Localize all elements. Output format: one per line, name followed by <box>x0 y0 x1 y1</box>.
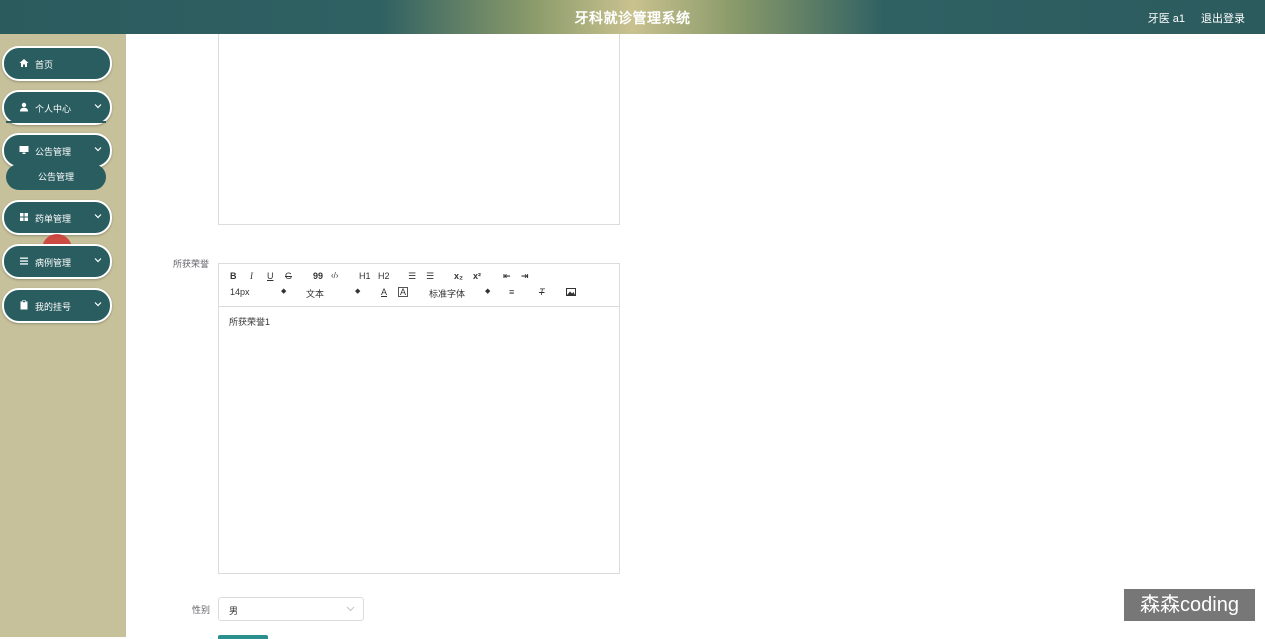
sidebar-item-label: 个人中心 <box>35 104 72 114</box>
honor-label: 所获荣誉 <box>173 259 210 269</box>
main-content: 所获荣誉 B I U G 99 ‹/› H1 H2 ☰ ☰ x₂ x² ⇤ ⇥ … <box>126 34 1265 639</box>
sidebar-item-label: 我的挂号 <box>35 302 72 312</box>
chevron-down-icon <box>94 258 102 263</box>
sidebar-item-label: 公告管理 <box>35 147 72 157</box>
subscript-button[interactable]: x₂ <box>454 271 463 281</box>
submenu-notice-management[interactable]: 公告管理 <box>6 164 106 190</box>
sidebar-item-personal-center[interactable]: 个人中心 <box>2 90 112 125</box>
chevron-down-icon <box>94 214 102 219</box>
align-button[interactable]: ≡ <box>509 287 514 297</box>
gender-select-value: 男 <box>229 606 239 616</box>
honor-rich-editor[interactable]: B I U G 99 ‹/› H1 H2 ☰ ☰ x₂ x² ⇤ ⇥ 14px … <box>218 263 620 574</box>
sidebar-item-label: 首页 <box>35 60 54 70</box>
submit-button[interactable] <box>218 635 268 639</box>
clipboard-icon <box>20 300 28 310</box>
menu-divider <box>6 121 106 123</box>
underline-button[interactable]: U <box>267 271 274 281</box>
chevron-down-icon <box>94 147 102 152</box>
chevron-down-icon <box>94 104 102 109</box>
chevron-updown-icon: ◆ <box>281 288 287 295</box>
bullet-list-button[interactable]: ☰ <box>426 271 434 282</box>
chevron-updown-icon: ◆ <box>355 288 361 295</box>
strike-button[interactable]: G <box>285 271 292 281</box>
chevron-down-icon <box>94 302 102 307</box>
top-bar: 牙科就诊管理系统 牙医 a1 退出登录 <box>0 0 1265 34</box>
chevron-updown-icon: ◆ <box>485 288 491 295</box>
italic-button[interactable]: I <box>250 271 253 281</box>
grid-icon <box>20 213 28 221</box>
gender-select[interactable]: 男 <box>218 597 364 621</box>
superscript-button[interactable]: x² <box>473 271 481 281</box>
header-1-button[interactable]: H1 <box>359 271 371 281</box>
home-icon <box>19 59 29 67</box>
clean-format-button[interactable]: T <box>539 287 545 297</box>
app-title: 牙科就诊管理系统 <box>574 10 691 26</box>
header-select[interactable]: 文本 <box>306 287 324 300</box>
sidebar-item-label: 病例管理 <box>35 258 72 268</box>
sidebar: 首页 个人中心 公告管理 公告管理 药单管理 病例管理 我的挂号 <box>0 34 126 637</box>
blockquote-button[interactable]: 99 <box>313 271 323 281</box>
sidebar-item-case-management[interactable]: 病例管理 <box>2 244 112 279</box>
sidebar-item-label: 药单管理 <box>35 214 72 224</box>
ordered-list-button[interactable]: ☰ <box>408 271 416 282</box>
text-color-button[interactable]: A <box>381 287 387 297</box>
chevron-down-icon <box>346 606 355 612</box>
editor-toolbar: B I U G 99 ‹/› H1 H2 ☰ ☰ x₂ x² ⇤ ⇥ 14px … <box>219 264 619 307</box>
font-size-select[interactable]: 14px <box>230 287 250 297</box>
sidebar-item-prescription-management[interactable]: 药单管理 <box>2 200 112 235</box>
indent-button[interactable]: ⇥ <box>521 271 529 282</box>
header-2-button[interactable]: H2 <box>378 271 390 281</box>
user-name: 牙医 a1 <box>1147 13 1185 25</box>
list-icon <box>20 257 28 265</box>
watermark: 森森coding <box>1124 589 1255 621</box>
honor-editor-text[interactable]: 所获荣誉1 <box>229 315 270 328</box>
user-icon <box>20 102 28 112</box>
previous-editor-body[interactable] <box>218 34 620 225</box>
logout-link[interactable]: 退出登录 <box>1201 10 1245 26</box>
image-icon[interactable] <box>566 288 576 296</box>
background-color-button[interactable]: A <box>398 287 409 297</box>
monitor-icon <box>19 146 29 154</box>
sidebar-item-notice-management[interactable]: 公告管理 <box>2 133 112 168</box>
code-block-button[interactable]: ‹/› <box>331 271 339 280</box>
sidebar-item-my-registration[interactable]: 我的挂号 <box>2 288 112 323</box>
outdent-button[interactable]: ⇤ <box>503 271 511 282</box>
sidebar-item-home[interactable]: 首页 <box>2 46 112 81</box>
font-family-select[interactable]: 标准字体 <box>429 287 465 300</box>
gender-label: 性别 <box>192 605 211 615</box>
bold-button[interactable]: B <box>230 271 237 281</box>
